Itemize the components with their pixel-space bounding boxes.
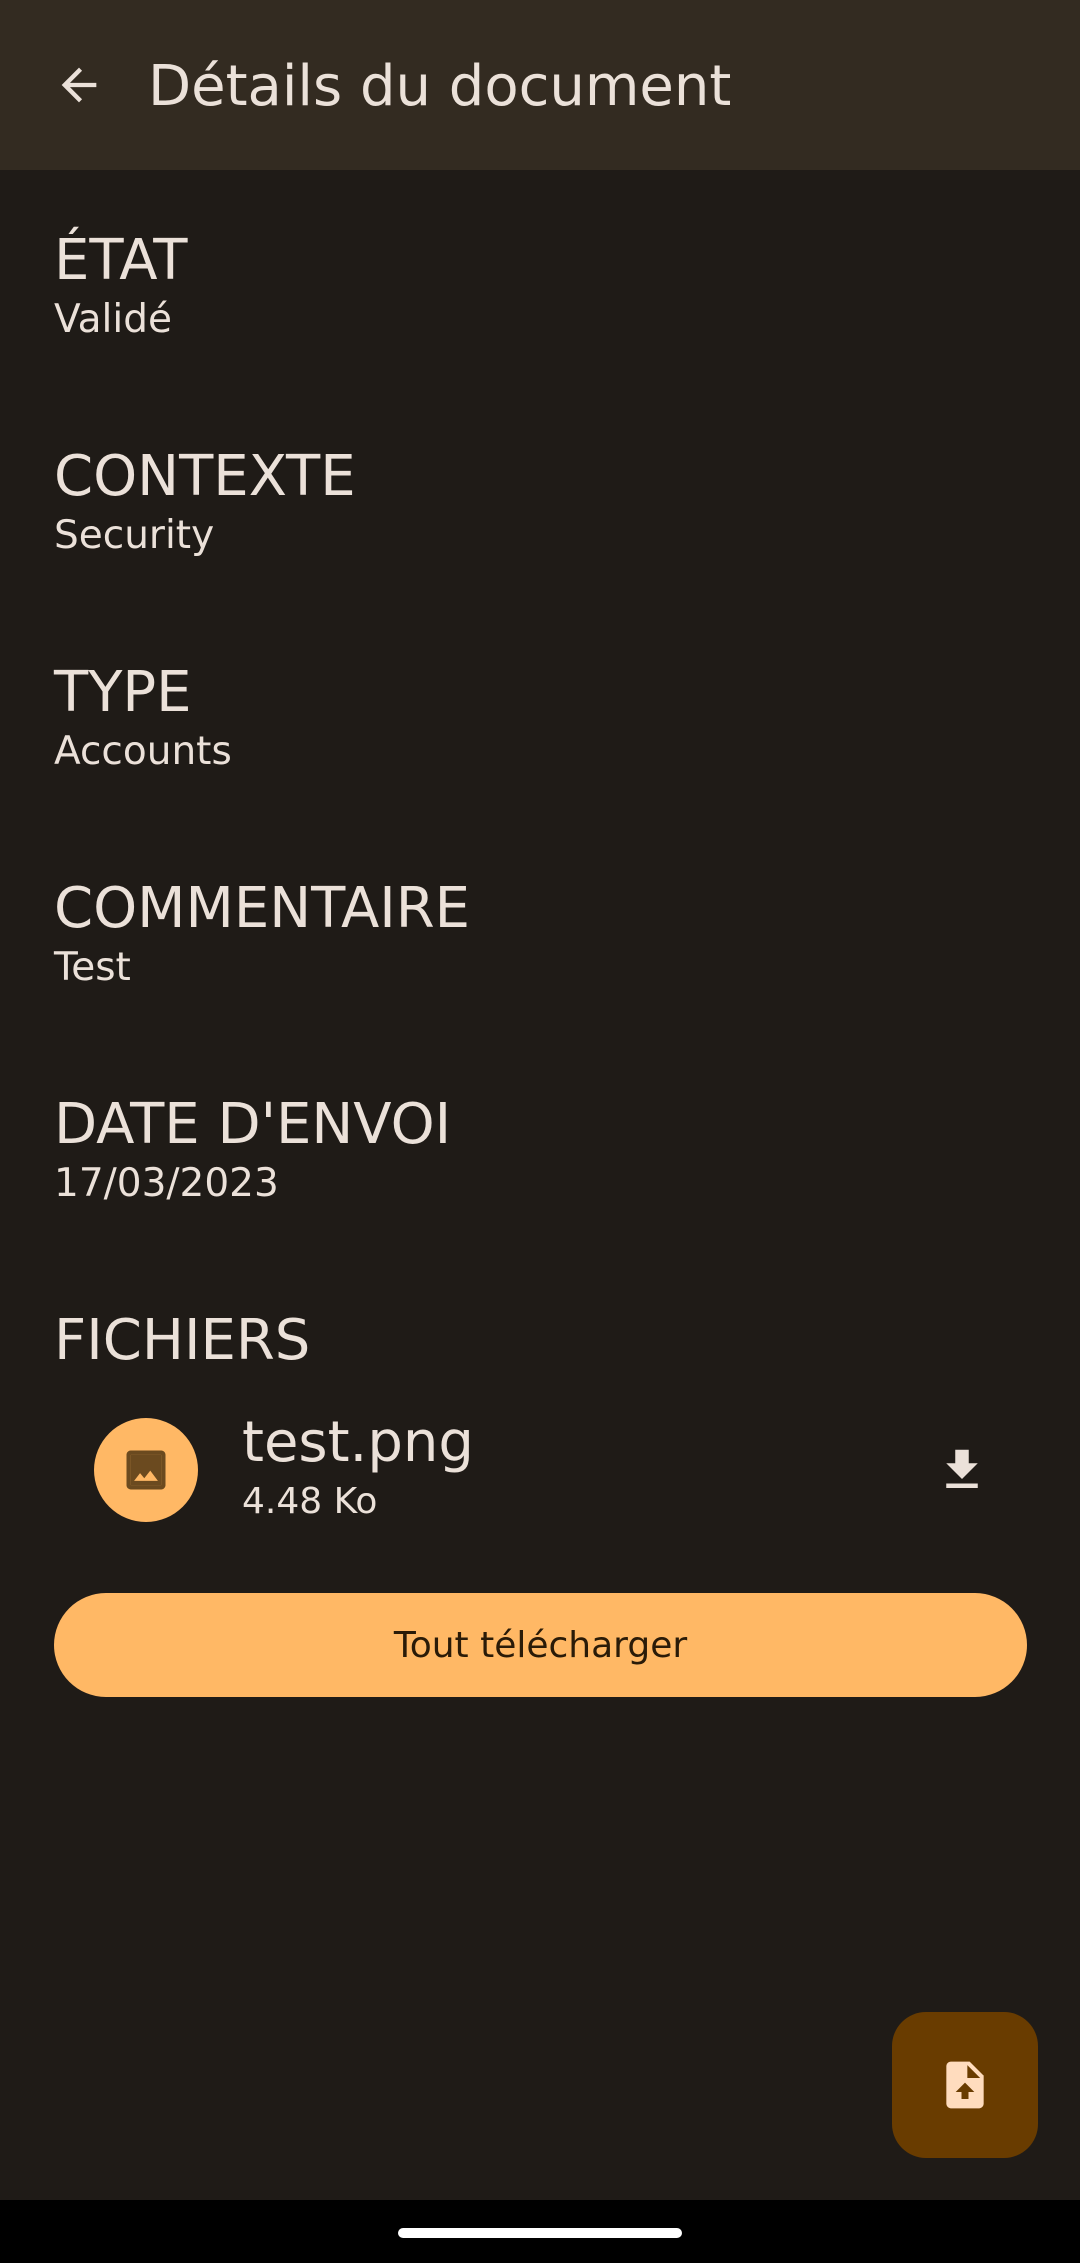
upload-document-fab[interactable] — [892, 2012, 1038, 2158]
download-all-button[interactable]: Tout télécharger — [54, 1593, 1027, 1697]
field-value: Validé — [54, 297, 172, 342]
field-value: 17/03/2023 — [54, 1161, 279, 1206]
field-label: TYPE — [54, 660, 192, 725]
document-details-screen: Détails du document ÉTAT Validé CONTEXTE… — [0, 0, 1080, 2263]
field-contexte: CONTEXTE Security — [54, 443, 1054, 561]
home-gesture-handle[interactable] — [398, 2228, 682, 2238]
file-size: 4.48 Ko — [242, 1481, 378, 1522]
field-commentaire: COMMENTAIRE Test — [54, 875, 1054, 993]
field-label: COMMENTAIRE — [54, 876, 471, 941]
image-icon — [126, 1450, 166, 1490]
field-type: TYPE Accounts — [54, 659, 1054, 777]
field-value: Accounts — [54, 729, 232, 774]
field-value: Test — [54, 945, 131, 990]
download-icon — [946, 1449, 978, 1488]
field-date-envoi: DATE D'ENVOI 17/03/2023 — [54, 1091, 1054, 1209]
back-button[interactable] — [44, 50, 114, 120]
page-title: Détails du document — [148, 54, 732, 119]
download-file-button[interactable] — [924, 1432, 1000, 1508]
files-label: FICHIERS — [54, 1308, 311, 1373]
top-app-bar: Détails du document — [0, 0, 1080, 170]
field-value: Security — [54, 513, 215, 558]
system-navigation-bar — [0, 2200, 1080, 2263]
field-etat: ÉTAT Validé — [54, 227, 1054, 345]
arrow-left-icon — [61, 67, 97, 103]
field-label: DATE D'ENVOI — [54, 1092, 452, 1157]
file-item[interactable]: test.png 4.48 Ko — [54, 1390, 1026, 1550]
field-label: CONTEXTE — [54, 444, 356, 509]
file-name: test.png — [242, 1410, 474, 1475]
files-section: FICHIERS — [54, 1307, 1054, 1375]
file-avatar — [94, 1418, 198, 1522]
field-label: ÉTAT — [54, 228, 188, 293]
upload-file-icon — [946, 2061, 984, 2109]
